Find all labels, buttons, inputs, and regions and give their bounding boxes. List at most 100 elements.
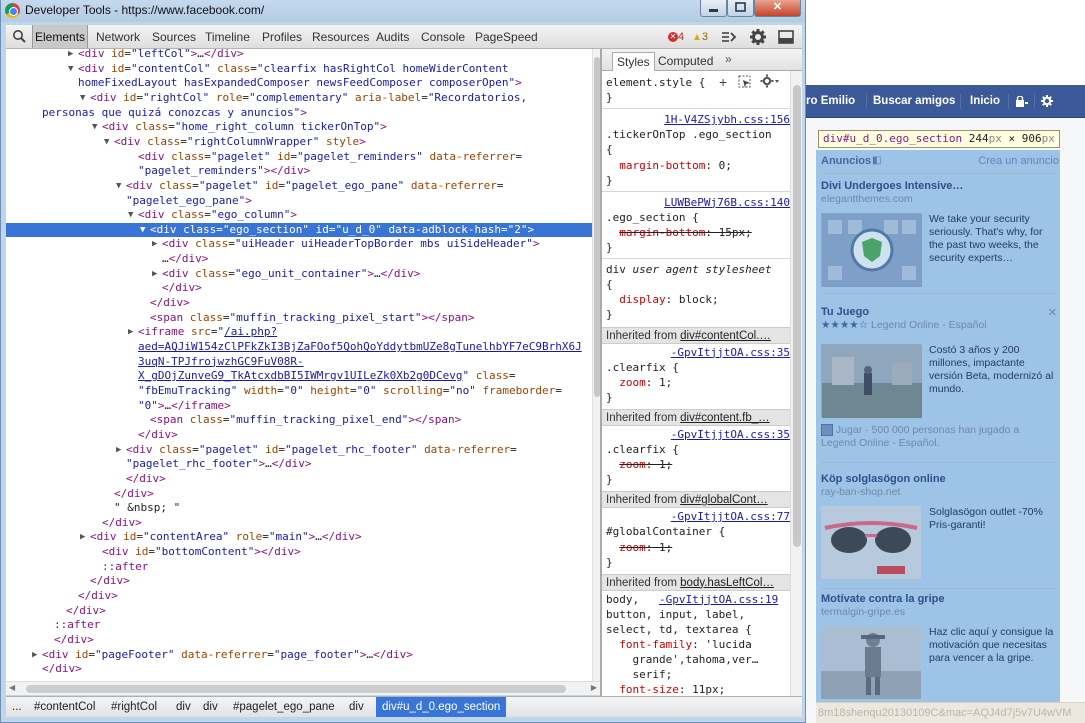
profile-link[interactable]: ro Emilio: [806, 85, 855, 118]
tab-styles[interactable]: Styles: [612, 52, 655, 71]
elements-dom-tree[interactable]: ▶ <div id="leftCol">…</div> ▼ <div id="cont…: [6, 49, 600, 681]
dom-node[interactable]: ::after: [6, 618, 592, 633]
dom-node[interactable]: ▶ <div class="pagelet" id="pagelet_rhc_fo…: [6, 443, 592, 458]
dom-node[interactable]: ▼ <div class="pagelet" id="pagelet_ego_pa…: [6, 179, 592, 194]
style-rule-line[interactable]: }: [606, 390, 790, 405]
style-rule-line[interactable]: display: block;: [606, 292, 790, 307]
tab-pagespeed[interactable]: PageSpeed: [475, 25, 538, 48]
style-rule-line[interactable]: button, input, label,: [606, 607, 790, 622]
style-settings-gear-icon[interactable]: [760, 74, 780, 91]
style-rule-line[interactable]: }: [606, 240, 790, 255]
style-rule-line[interactable]: .clearfix {: [606, 442, 790, 457]
dom-node[interactable]: "fbEmuTracking" width="0" height="0" scr…: [6, 384, 592, 399]
dom-node[interactable]: …</div>: [6, 252, 592, 267]
ad-title[interactable]: Divi Undergoes Intensive…: [821, 180, 1057, 192]
dom-node[interactable]: 3uqN-TPJfrojwzhGC9FuV08R-: [6, 355, 592, 370]
ad-unit[interactable]: Köp solglasögon online ray-ban-shop.net …: [821, 473, 1057, 583]
ad-title[interactable]: Köp solglasögon online: [821, 473, 1057, 485]
ad-image-soldier[interactable]: [821, 626, 921, 699]
tab-console[interactable]: Console: [421, 25, 465, 48]
dom-node[interactable]: ::after: [6, 560, 592, 575]
close-window-button[interactable]: ✕: [754, 0, 801, 17]
scrollbar-thumb[interactable]: [793, 85, 801, 547]
maximize-button[interactable]: [727, 0, 754, 17]
style-rule-line[interactable]: .tickerOnTop .ego_section: [606, 127, 790, 142]
style-rule-line[interactable]: }: [606, 90, 790, 105]
ad-title[interactable]: Motívate contra la gripe: [821, 593, 1057, 605]
dom-node[interactable]: "0">…</iframe>: [6, 399, 592, 414]
close-icon[interactable]: ✕: [1048, 306, 1057, 319]
dom-node-selected[interactable]: ▼ <div class="ego_section" id="u_d_0" dat…: [6, 222, 592, 238]
style-rule-line[interactable]: }: [606, 472, 790, 487]
style-rule-line[interactable]: .ego_section {: [606, 210, 790, 225]
style-rule-line[interactable]: LUWBePWj76B.css:140: [606, 195, 790, 210]
dom-node[interactable]: aed=AQJiW154zClPFkZkI3BjZaFOof5QohQoYddy…: [6, 340, 592, 355]
dom-node[interactable]: </div>: [6, 428, 592, 443]
error-counter[interactable]: ✕ 4: [668, 25, 684, 48]
dom-node[interactable]: <div id="bottomContent"></div>: [6, 545, 592, 560]
dom-node[interactable]: <span class="muffin_tracking_pixel_end">…: [6, 413, 592, 428]
scroll-right-icon[interactable]: ▶: [591, 683, 597, 692]
style-rule-line[interactable]: -GpvItjjtOA.css:77: [606, 509, 790, 524]
styles-sidebar[interactable]: Styles Computed » element.style {} 1H-V4Z…: [602, 49, 802, 696]
ad-unit[interactable]: Tu Juego ✕ ★★★★☆ Legend Online - Español…: [821, 306, 1057, 454]
style-rule-line[interactable]: margin-bottom: 15px;: [606, 225, 790, 240]
dom-node[interactable]: </div>: [6, 516, 592, 531]
breadcrumb-item[interactable]: #contentCol: [34, 697, 95, 717]
dom-node[interactable]: </div>: [6, 296, 592, 311]
dom-node[interactable]: ▶ <div id="pageFooter" data-referrer="pag…: [6, 648, 592, 663]
dom-node[interactable]: </div>: [6, 589, 592, 604]
dom-node[interactable]: ▼ <div class="rightColumnWrapper" style>: [6, 135, 592, 150]
style-rule-line[interactable]: -GpvItjjtOA.css:35: [606, 427, 790, 442]
dom-node[interactable]: ▶ <div id="contentArea" role="main">…</di…: [6, 530, 592, 545]
toggle-element-state-icon[interactable]: [738, 75, 752, 92]
dock-side-icon[interactable]: [777, 28, 795, 46]
dom-node[interactable]: personas que quizá conozcas y anuncios">: [6, 106, 592, 121]
inherited-from-header[interactable]: Inherited from div#content.fb_…: [602, 408, 790, 426]
style-rule-line[interactable]: body, -GpvItjjtOA.css:19: [606, 592, 790, 607]
style-rule-line[interactable]: select, td, textarea {: [606, 622, 790, 637]
style-rule-line[interactable]: zoom: 1;: [606, 540, 790, 555]
dom-node[interactable]: ▼ <div id="contentCol" class="clearfix ha…: [6, 62, 592, 77]
inherited-from-header[interactable]: Inherited from div#globalCont…: [602, 491, 790, 509]
dom-node[interactable]: <span class="muffin_tracking_pixel_start…: [6, 311, 592, 326]
breadcrumb-item[interactable]: #pagelet_ego_pane: [233, 697, 335, 717]
breadcrumb-item[interactable]: div: [203, 697, 218, 717]
dom-node[interactable]: <div class="pagelet" id="pagelet_reminde…: [6, 150, 592, 165]
dom-node[interactable]: ▶ <div class="ego_unit_container">…</div>: [6, 267, 592, 282]
breadcrumb-item[interactable]: ...: [12, 697, 22, 717]
style-rule-line[interactable]: font-size: 11px;: [606, 682, 790, 696]
style-rule-line[interactable]: 1H-V4ZSjybh.css:156: [606, 112, 790, 127]
home-link[interactable]: Inicio: [970, 85, 1000, 118]
dom-tree-scrollbar[interactable]: [592, 49, 600, 681]
dom-node[interactable]: "pagelet_reminders"></div>: [6, 164, 592, 179]
style-rule-line[interactable]: {: [606, 142, 790, 157]
add-rule-icon[interactable]: +: [719, 74, 727, 90]
style-rule-line[interactable]: div user agent stylesheet: [606, 262, 790, 277]
dom-node[interactable]: </div>: [6, 633, 592, 648]
dom-node[interactable]: </div>: [6, 662, 592, 677]
breadcrumb-item-active[interactable]: div#u_d_0.ego_section: [376, 697, 507, 717]
style-rule-line[interactable]: serif;: [606, 667, 790, 682]
dom-node[interactable]: </div>: [6, 487, 592, 502]
tab-sources[interactable]: Sources: [152, 25, 196, 48]
tab-computed[interactable]: Computed: [654, 52, 717, 71]
ad-image-sunglasses[interactable]: [821, 506, 921, 579]
breadcrumb-item[interactable]: #rightCol: [111, 697, 157, 717]
dom-node[interactable]: </div>: [6, 604, 592, 619]
dom-node[interactable]: ▼ <div class="home_right_column tickerOnT…: [6, 120, 592, 135]
dom-node[interactable]: ▶ <div class="uiHeader uiHeaderTopBorder …: [6, 237, 592, 252]
style-rule-line[interactable]: grande',tahoma,ver…: [606, 652, 790, 667]
style-rule-line[interactable]: font-family: 'lucida: [606, 637, 790, 652]
style-rule-line[interactable]: -GpvItjjtOA.css:35: [606, 345, 790, 360]
style-rule-line[interactable]: }: [606, 555, 790, 570]
scrollbar-thumb[interactable]: [26, 685, 566, 693]
scroll-left-icon[interactable]: ◀: [9, 683, 15, 692]
dom-node[interactable]: </div>: [6, 472, 592, 487]
style-rule-line[interactable]: margin-bottom: 0;: [606, 158, 790, 173]
inherited-from-header[interactable]: Inherited from body.hasLeftCol…: [602, 573, 790, 591]
dom-node[interactable]: "pagelet_rhc_footer">…</div>: [6, 457, 592, 472]
dom-node[interactable]: " &nbsp; ": [6, 501, 592, 516]
dom-node[interactable]: ▼ <div class="ego_column">: [6, 208, 592, 223]
breadcrumb-item[interactable]: div: [349, 697, 364, 717]
